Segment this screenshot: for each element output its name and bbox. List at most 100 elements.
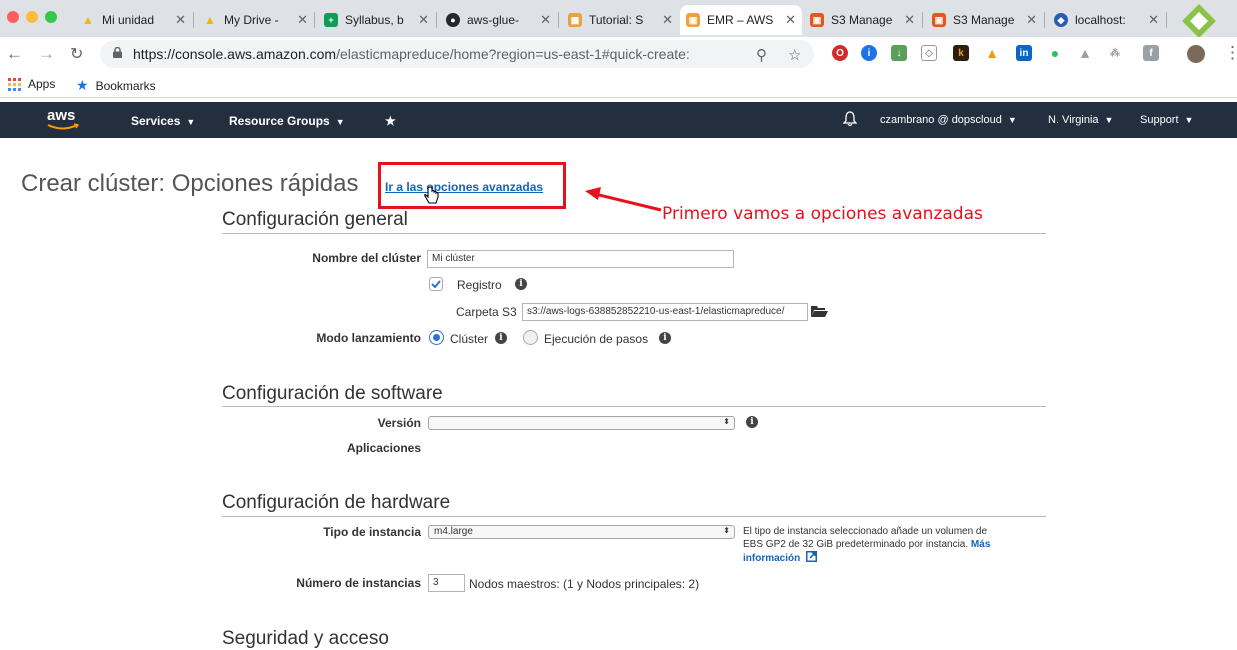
google-drive-icon: ▲ — [82, 13, 94, 27]
extension-icon[interactable]: ▲ — [984, 45, 1000, 61]
instance-help-line: información — [743, 551, 1013, 565]
instance-help-line: EBS GP2 de 32 GiB predeterminado por ins… — [743, 538, 1013, 551]
forward-arrow-icon[interactable]: → — [38, 44, 55, 64]
minimize-window-button[interactable] — [26, 11, 38, 23]
browser-tab[interactable]: ● aws-glue- ✕ — [440, 5, 557, 35]
zoom-icon[interactable]: ⚲ — [756, 46, 767, 64]
logging-checkbox[interactable] — [429, 277, 443, 291]
apps-bookmark[interactable]: Apps — [8, 77, 55, 91]
aws-s3-icon: ▣ — [932, 13, 946, 27]
close-tab-icon[interactable]: ✕ — [418, 12, 429, 28]
external-link-icon[interactable] — [806, 551, 818, 562]
step-execution-radio[interactable] — [523, 330, 538, 345]
close-tab-icon[interactable]: ✕ — [297, 12, 308, 28]
browser-menu-icon[interactable]: ⋮ — [1224, 43, 1237, 63]
tab-title: S3 Manage — [831, 13, 893, 27]
browser-tab[interactable]: ▣ S3 Manage ✕ — [926, 5, 1043, 35]
account-menu[interactable]: czambrano @ dopscloud ▼ — [880, 114, 1017, 126]
aws-logo[interactable]: aws — [47, 107, 80, 130]
instance-help-text: EBS GP2 de 32 GiB predeterminado por ins… — [743, 539, 969, 550]
close-tab-icon[interactable]: ✕ — [904, 12, 915, 28]
instance-count-input[interactable]: 3 — [428, 574, 465, 592]
cluster-name-input[interactable]: Mi clúster — [427, 250, 734, 268]
support-menu[interactable]: Support ▼ — [1140, 114, 1193, 126]
aws-emr-icon: ▣ — [686, 13, 700, 27]
extension-icon[interactable]: ↓ — [891, 45, 907, 61]
pin-icon[interactable]: ★ — [385, 114, 396, 128]
localhost-icon: ◆ — [1054, 13, 1068, 27]
services-menu[interactable]: Services ▼ — [131, 114, 195, 128]
tab-title: Tutorial: S — [589, 13, 644, 27]
tab-title: Syllabus, b — [345, 13, 404, 27]
address-bar[interactable]: https://console.aws.amazon.com/elasticma… — [100, 40, 814, 68]
select-arrows-icon: ⬍ — [723, 526, 730, 535]
profile-avatar[interactable] — [1187, 45, 1205, 63]
section-divider — [222, 233, 1046, 234]
hand-cursor-icon — [424, 186, 439, 204]
browser-tab[interactable]: ▣ S3 Manage ✕ — [804, 5, 921, 35]
chevron-down-icon: ▼ — [1104, 115, 1114, 125]
close-tab-icon[interactable]: ✕ — [175, 12, 186, 28]
facebook-extension-icon[interactable]: f — [1143, 45, 1159, 61]
opera-extension-icon[interactable]: O — [832, 45, 848, 61]
browser-tab[interactable]: ▲ Mi unidad ✕ — [75, 5, 192, 35]
maximize-window-button[interactable] — [45, 11, 57, 23]
browser-tab[interactable]: ▲ My Drive - ✕ — [197, 5, 314, 35]
software-config-title: Configuración de software — [222, 383, 443, 404]
close-tab-icon[interactable]: ✕ — [540, 12, 551, 28]
close-tab-icon[interactable]: ✕ — [1026, 12, 1037, 28]
tab-title: My Drive - — [224, 13, 279, 27]
hardware-config-title: Configuración de hardware — [222, 492, 451, 513]
version-label: Versión — [377, 416, 421, 430]
back-arrow-icon[interactable]: ← — [6, 44, 23, 64]
aws-docs-icon: ▦ — [568, 13, 582, 27]
browser-tab[interactable]: ◆ localhost: ✕ — [1048, 5, 1165, 35]
close-tab-icon[interactable]: ✕ — [662, 12, 673, 28]
cluster-mode-radio[interactable] — [429, 330, 444, 345]
more-info-link[interactable]: información — [743, 553, 800, 564]
close-window-button[interactable] — [7, 11, 19, 23]
chevron-down-icon: ▼ — [1184, 115, 1194, 125]
tab-title: S3 Manage — [953, 13, 1015, 27]
more-info-link[interactable]: Más — [971, 539, 990, 550]
aws-logo-text: aws — [47, 107, 76, 124]
bookmark-star-icon[interactable]: ☆ — [788, 46, 801, 64]
annotation-arrow — [585, 187, 662, 212]
apps-grid-icon — [8, 77, 21, 91]
browser-tab-active[interactable]: ▣ EMR – AWS ✕ — [680, 5, 802, 35]
folder-open-icon[interactable] — [811, 305, 828, 318]
extension-icon[interactable]: ⁂ — [1107, 45, 1123, 61]
info-icon[interactable]: i — [746, 416, 758, 428]
version-select[interactable]: ⬍ — [428, 416, 735, 430]
account-label: czambrano @ dopscloud — [880, 114, 1002, 126]
lock-icon — [113, 47, 122, 58]
s3-folder-input[interactable]: s3://aws-logs-638852852210-us-east-1/ela… — [522, 303, 808, 321]
url-host: https://console.aws.amazon.com — [133, 46, 337, 62]
close-tab-icon[interactable]: ✕ — [785, 12, 796, 28]
page-title: Crear clúster: Opciones rápidas — [21, 170, 359, 197]
region-label: N. Virginia — [1048, 114, 1099, 126]
bookmarks-folder[interactable]: ★ Bookmarks — [76, 77, 156, 94]
aws-console-navbar: aws Services ▼ Resource Groups ▼ ★ czambra… — [0, 102, 1237, 138]
info-icon[interactable]: i — [515, 278, 527, 290]
extension-icon[interactable]: ◇ — [921, 45, 937, 61]
linkedin-extension-icon[interactable]: in — [1016, 45, 1032, 61]
info-icon[interactable]: i — [659, 332, 671, 344]
close-tab-icon[interactable]: ✕ — [1148, 12, 1159, 28]
services-label: Services — [131, 114, 181, 128]
resource-groups-menu[interactable]: Resource Groups ▼ — [229, 114, 345, 128]
notifications-bell-icon[interactable] — [842, 111, 858, 130]
logging-label: Registro — [457, 278, 502, 292]
extension-icon[interactable]: ▲ — [1077, 45, 1093, 61]
evernote-extension-icon[interactable]: ● — [1047, 45, 1063, 61]
annotation-text: Primero vamos a opciones avanzadas — [662, 204, 983, 224]
extension-icon[interactable]: k — [953, 45, 969, 61]
reload-icon[interactable]: ↻ — [70, 44, 83, 64]
region-menu[interactable]: N. Virginia ▼ — [1048, 114, 1113, 126]
browser-tab[interactable]: ▦ Tutorial: S ✕ — [562, 5, 679, 35]
info-icon[interactable]: i — [495, 332, 507, 344]
browser-tab[interactable]: + Syllabus, b ✕ — [318, 5, 435, 35]
extension-icon[interactable]: i — [861, 45, 877, 61]
tab-title: localhost: — [1075, 13, 1126, 27]
instance-type-select[interactable]: m4.large ⬍ — [428, 525, 735, 539]
